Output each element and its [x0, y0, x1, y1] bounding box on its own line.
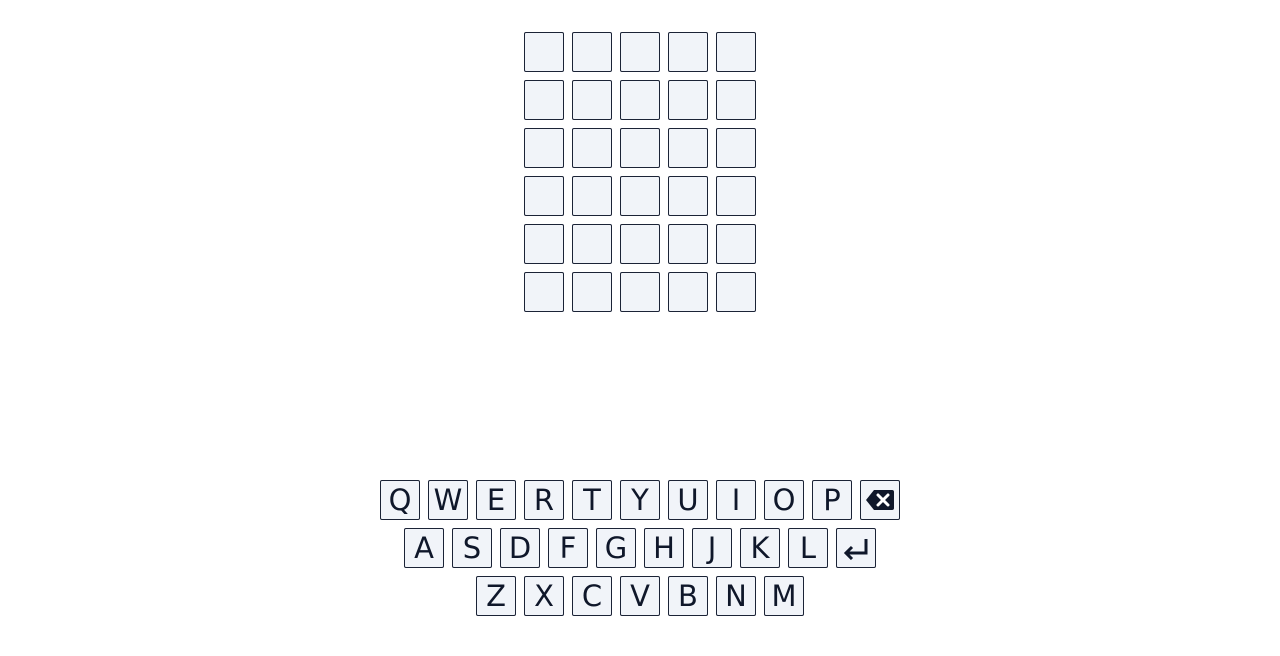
keyboard-row-1: Q W E R T Y U I O P	[0, 480, 1280, 520]
keyboard-row-2: A S D F G H J K L	[0, 528, 1280, 568]
key-s[interactable]: S	[452, 528, 492, 568]
board-tile	[524, 176, 564, 216]
board-tile	[620, 32, 660, 72]
key-z[interactable]: Z	[476, 576, 516, 616]
game-board	[524, 32, 756, 312]
key-t[interactable]: T	[572, 480, 612, 520]
board-tile	[620, 272, 660, 312]
board-tile	[524, 224, 564, 264]
keyboard-row-3: Z X C V B N M	[0, 576, 1280, 616]
key-p[interactable]: P	[812, 480, 852, 520]
key-c[interactable]: C	[572, 576, 612, 616]
board-tile	[668, 128, 708, 168]
board-tile	[716, 32, 756, 72]
key-f[interactable]: F	[548, 528, 588, 568]
board-tile	[572, 272, 612, 312]
key-m[interactable]: M	[764, 576, 804, 616]
key-w[interactable]: W	[428, 480, 468, 520]
board-tile	[668, 176, 708, 216]
key-e[interactable]: E	[476, 480, 516, 520]
board-tile	[620, 176, 660, 216]
board-tile	[668, 224, 708, 264]
enter-key[interactable]	[836, 528, 876, 568]
backspace-key[interactable]	[860, 480, 900, 520]
key-y[interactable]: Y	[620, 480, 660, 520]
board-tile	[524, 128, 564, 168]
board-tile	[572, 80, 612, 120]
board-tile	[716, 224, 756, 264]
board-tile	[668, 32, 708, 72]
board-tile	[572, 32, 612, 72]
board-tile	[572, 128, 612, 168]
key-b[interactable]: B	[668, 576, 708, 616]
board-tile	[668, 272, 708, 312]
key-g[interactable]: G	[596, 528, 636, 568]
key-n[interactable]: N	[716, 576, 756, 616]
key-d[interactable]: D	[500, 528, 540, 568]
board-tile	[620, 80, 660, 120]
board-tile	[524, 32, 564, 72]
board-tile	[716, 128, 756, 168]
key-r[interactable]: R	[524, 480, 564, 520]
board-tile	[572, 176, 612, 216]
key-k[interactable]: K	[740, 528, 780, 568]
key-a[interactable]: A	[404, 528, 444, 568]
key-i[interactable]: I	[716, 480, 756, 520]
board-tile	[716, 176, 756, 216]
backspace-icon	[866, 490, 894, 510]
board-tile	[716, 272, 756, 312]
key-u[interactable]: U	[668, 480, 708, 520]
key-v[interactable]: V	[620, 576, 660, 616]
key-l[interactable]: L	[788, 528, 828, 568]
key-q[interactable]: Q	[380, 480, 420, 520]
board-tile	[668, 80, 708, 120]
on-screen-keyboard: Q W E R T Y U I O P A S D F G H J K L Z …	[0, 480, 1280, 624]
board-tile	[524, 80, 564, 120]
key-h[interactable]: H	[644, 528, 684, 568]
board-tile	[716, 80, 756, 120]
board-tile	[572, 224, 612, 264]
key-j[interactable]: J	[692, 528, 732, 568]
key-o[interactable]: O	[764, 480, 804, 520]
enter-icon	[843, 539, 868, 560]
key-x[interactable]: X	[524, 576, 564, 616]
board-tile	[620, 224, 660, 264]
board-tile	[524, 272, 564, 312]
board-tile	[620, 128, 660, 168]
